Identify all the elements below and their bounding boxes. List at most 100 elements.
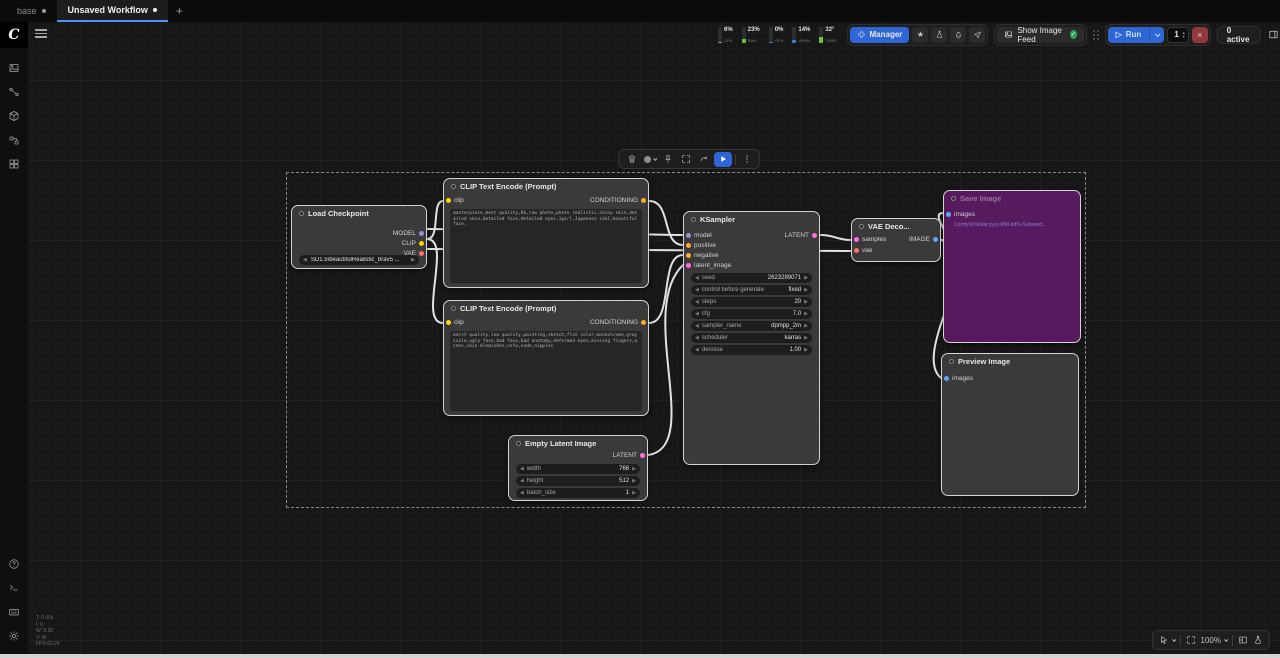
workflows-icon[interactable] bbox=[0, 128, 28, 152]
decrement-arrow-icon[interactable]: ◀ bbox=[303, 258, 307, 263]
slot-dot[interactable] bbox=[686, 253, 691, 258]
tab-base[interactable]: base bbox=[6, 0, 57, 22]
node-save-image[interactable]: Save Image images ComfyUI%date:yyyy-MM-d… bbox=[943, 190, 1081, 343]
slot-dot[interactable] bbox=[946, 212, 951, 217]
slot-dot[interactable] bbox=[419, 241, 424, 246]
input-slot-negative[interactable]: negative bbox=[686, 252, 719, 259]
positive-prompt-textarea[interactable]: masterpiece,best quality,8k,raw photo,ph… bbox=[450, 209, 642, 283]
slot-dot[interactable] bbox=[641, 198, 646, 203]
frame-icon[interactable] bbox=[678, 152, 693, 167]
ckpt-name-widget[interactable]: ◀ SD1.5\beautifulRealistic_brav5 ... ▶ bbox=[299, 255, 419, 265]
decrement-arrow-icon[interactable]: ◀ bbox=[695, 276, 699, 281]
star-icon[interactable]: ★ bbox=[912, 27, 928, 43]
decrement-arrow-icon[interactable]: ◀ bbox=[695, 324, 699, 329]
canvas[interactable]: Load Checkpoint MODEL CLIP VAE ◀ SD1.5\b… bbox=[0, 0, 1280, 658]
increment-arrow-icon[interactable]: ▶ bbox=[632, 479, 636, 484]
fit-view-icon[interactable] bbox=[1186, 635, 1196, 645]
collapse-dot-icon[interactable] bbox=[299, 211, 304, 216]
seed-widget[interactable]: ◀ seed 2623289071 ▶ bbox=[691, 273, 812, 283]
increment-arrow-icon[interactable]: ▶ bbox=[632, 467, 636, 472]
slot-dot[interactable] bbox=[446, 198, 451, 203]
decrement-arrow-icon[interactable]: ◀ bbox=[520, 467, 524, 472]
input-slot-samples[interactable]: samples bbox=[854, 236, 886, 243]
pointer-mode-dropdown[interactable] bbox=[1159, 635, 1175, 645]
collapse-dot-icon[interactable] bbox=[451, 184, 456, 189]
decrement-icon[interactable]: ▼ bbox=[1182, 35, 1186, 39]
input-slot-latent-image[interactable]: latent_image bbox=[686, 262, 731, 269]
decrement-arrow-icon[interactable]: ◀ bbox=[695, 312, 699, 317]
slot-dot[interactable] bbox=[686, 243, 691, 248]
node-empty-latent-image[interactable]: Empty Latent Image LATENT ◀ width 768 ▶ … bbox=[508, 435, 648, 501]
run-options-caret[interactable] bbox=[1149, 27, 1164, 43]
manager-button[interactable]: Manager bbox=[850, 27, 910, 43]
templates-icon[interactable] bbox=[0, 152, 28, 176]
minimap-icon[interactable] bbox=[1238, 635, 1248, 645]
slot-dot[interactable] bbox=[640, 453, 645, 458]
bypass-icon[interactable] bbox=[696, 152, 711, 167]
bell-icon[interactable] bbox=[950, 27, 966, 43]
terminal-icon[interactable] bbox=[0, 576, 28, 600]
node-vae-decode[interactable]: VAE Deco... samples vae IMAGE bbox=[851, 218, 941, 262]
node-library-icon[interactable] bbox=[0, 80, 28, 104]
output-slot-latent[interactable]: LATENT bbox=[613, 452, 645, 459]
slot-dot[interactable] bbox=[854, 248, 859, 253]
slot-dot[interactable] bbox=[686, 263, 691, 268]
slot-dot[interactable] bbox=[854, 237, 859, 242]
input-slot-clip[interactable]: clip bbox=[446, 319, 464, 326]
hamburger-menu-icon[interactable] bbox=[35, 27, 47, 40]
collapse-dot-icon[interactable] bbox=[859, 224, 864, 229]
input-slot-images[interactable]: images bbox=[944, 375, 973, 382]
filename-prefix-widget[interactable]: ComfyUI%date:yyyy-MM-dd%-Subseed... bbox=[954, 222, 1074, 228]
collapse-dot-icon[interactable] bbox=[951, 196, 956, 201]
shortcuts-icon[interactable] bbox=[0, 600, 28, 624]
increment-arrow-icon[interactable]: ▶ bbox=[411, 258, 415, 263]
increment-arrow-icon[interactable]: ▶ bbox=[632, 491, 636, 496]
input-slot-positive[interactable]: positive bbox=[686, 242, 716, 249]
node-load-checkpoint[interactable]: Load Checkpoint MODEL CLIP VAE ◀ SD1.5\b… bbox=[291, 205, 427, 269]
delete-icon[interactable] bbox=[624, 152, 639, 167]
collapse-dot-icon[interactable] bbox=[949, 359, 954, 364]
cfg-widget[interactable]: ◀ cfg 7.0 ▶ bbox=[691, 309, 812, 319]
node-preview-image[interactable]: Preview Image images bbox=[941, 353, 1079, 496]
more-icon[interactable] bbox=[739, 152, 754, 167]
increment-arrow-icon[interactable]: ▶ bbox=[804, 288, 808, 293]
collapse-dot-icon[interactable] bbox=[516, 441, 521, 446]
batch-size-widget[interactable]: ◀ batch_size 1 ▶ bbox=[516, 488, 640, 498]
output-slot-conditioning[interactable]: CONDITIONING bbox=[590, 319, 646, 326]
input-slot-vae[interactable]: vae bbox=[854, 247, 872, 254]
control-before-generate-widget[interactable]: ◀ control before generate fixed ▶ bbox=[691, 285, 812, 295]
queue-icon[interactable] bbox=[0, 56, 28, 80]
node-clip-text-encode-positive[interactable]: CLIP Text Encode (Prompt) clip CONDITION… bbox=[443, 178, 649, 288]
node-clip-text-encode-negative[interactable]: CLIP Text Encode (Prompt) clip CONDITION… bbox=[443, 300, 649, 416]
share-icon[interactable] bbox=[969, 27, 985, 43]
slot-dot[interactable] bbox=[446, 320, 451, 325]
flask-icon[interactable] bbox=[1253, 635, 1263, 645]
slot-dot[interactable] bbox=[686, 233, 691, 238]
increment-arrow-icon[interactable]: ▶ bbox=[804, 300, 808, 305]
output-slot-model[interactable]: MODEL bbox=[393, 230, 424, 237]
slot-dot[interactable] bbox=[419, 251, 424, 256]
show-image-feed-button[interactable]: Show Image Feed ✓ bbox=[997, 27, 1083, 43]
denoise-widget[interactable]: ◀ denoise 1.00 ▶ bbox=[691, 345, 812, 355]
increment-arrow-icon[interactable]: ▶ bbox=[804, 348, 808, 353]
pin-icon[interactable] bbox=[660, 152, 675, 167]
width-widget[interactable]: ◀ width 768 ▶ bbox=[516, 464, 640, 474]
decrement-arrow-icon[interactable]: ◀ bbox=[695, 336, 699, 341]
output-slot-conditioning[interactable]: CONDITIONING bbox=[590, 197, 646, 204]
zoom-level-dropdown[interactable]: 100% bbox=[1201, 636, 1227, 645]
decrement-arrow-icon[interactable]: ◀ bbox=[695, 300, 699, 305]
output-slot-latent[interactable]: LATENT bbox=[785, 232, 817, 239]
slot-dot[interactable] bbox=[933, 237, 938, 242]
steps-widget[interactable]: ◀ steps 20 ▶ bbox=[691, 297, 812, 307]
drag-handle[interactable] bbox=[1093, 30, 1099, 40]
input-slot-clip[interactable]: clip bbox=[446, 197, 464, 204]
settings-icon[interactable] bbox=[0, 624, 28, 648]
run-button[interactable]: ▷ Run bbox=[1108, 27, 1150, 43]
input-slot-model[interactable]: model bbox=[686, 232, 712, 239]
tab-unsaved-workflow[interactable]: Unsaved Workflow bbox=[57, 0, 168, 22]
slot-dot[interactable] bbox=[944, 376, 949, 381]
decrement-arrow-icon[interactable]: ◀ bbox=[520, 479, 524, 484]
input-slot-images[interactable]: images bbox=[946, 211, 975, 218]
increment-arrow-icon[interactable]: ▶ bbox=[804, 276, 808, 281]
scheduler-widget[interactable]: ◀ scheduler karras ▶ bbox=[691, 333, 812, 343]
